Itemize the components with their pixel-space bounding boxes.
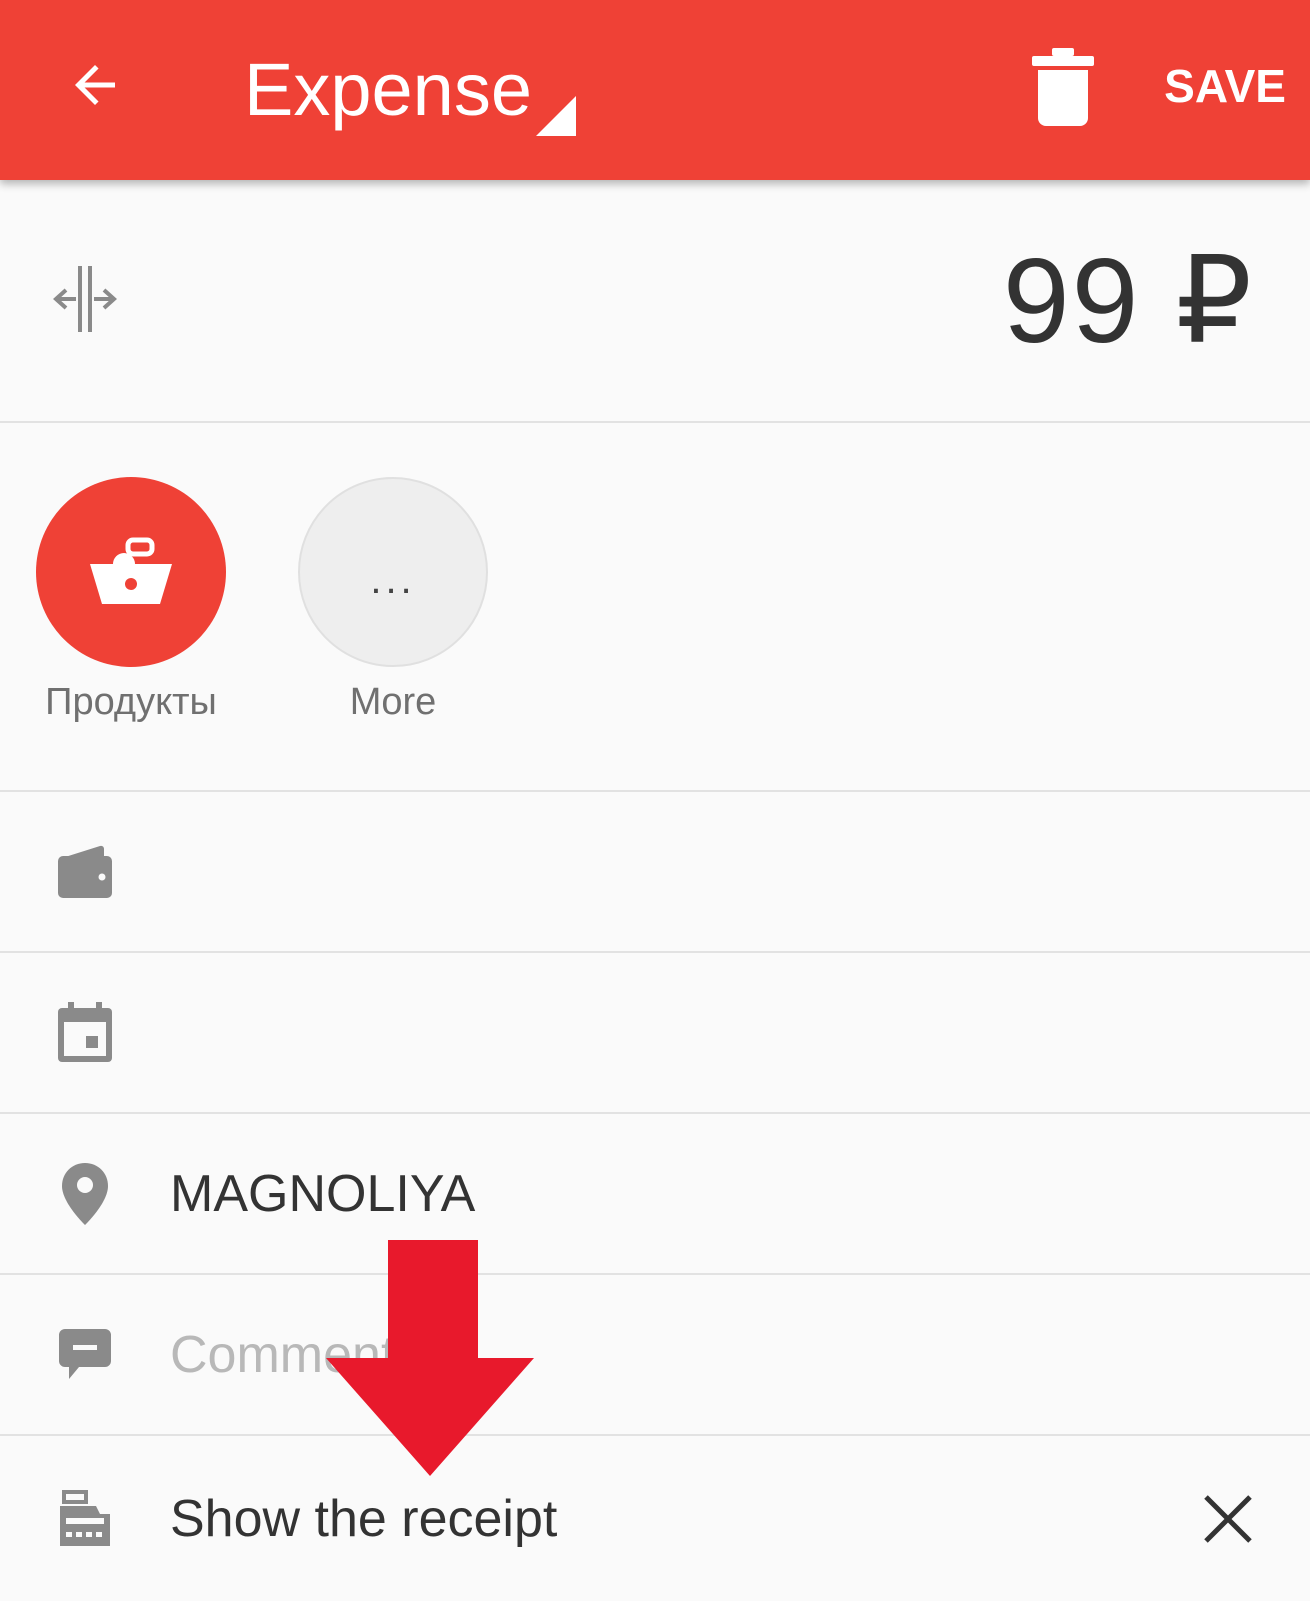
category-row: Продукты ... More — [0, 423, 1310, 792]
cash-register-icon — [54, 1488, 116, 1550]
more-icon: ... — [370, 557, 416, 602]
page-title[interactable]: Expense — [244, 48, 532, 132]
date-row[interactable] — [0, 953, 1310, 1114]
calendar-icon — [54, 1001, 116, 1064]
account-row[interactable] — [0, 792, 1310, 953]
category-produkty[interactable]: Продукты — [21, 477, 241, 725]
delete-button[interactable] — [1028, 48, 1098, 126]
close-icon — [1204, 1494, 1252, 1543]
amount-value[interactable]: 99 ₽ — [1003, 236, 1254, 366]
show-receipt-label[interactable]: Show the receipt — [170, 1488, 557, 1550]
trash-icon — [1032, 48, 1094, 126]
basket-icon — [90, 537, 172, 604]
category-label: Продукты — [45, 681, 217, 723]
comment-row[interactable]: Comment — [0, 1275, 1310, 1436]
comment-icon — [54, 1324, 116, 1386]
dropdown-corner-icon[interactable] — [536, 96, 576, 136]
app-bar: Expense SAVE — [0, 0, 1310, 180]
amount-row: 99 ₽ — [0, 180, 1310, 423]
back-button[interactable] — [55, 45, 135, 125]
category-circle: ... — [298, 477, 488, 667]
split-arrows-icon[interactable] — [52, 260, 118, 338]
category-label: More — [349, 681, 437, 723]
arrow-back-icon — [75, 65, 115, 105]
close-receipt-button[interactable] — [1198, 1489, 1258, 1549]
wallet-icon — [54, 841, 116, 903]
category-more[interactable]: ... More — [283, 477, 503, 725]
location-pin-icon — [54, 1162, 116, 1225]
receipt-row[interactable]: Show the receipt — [0, 1436, 1310, 1601]
save-button[interactable]: SAVE — [1164, 58, 1286, 114]
place-value: MAGNOLIYA — [170, 1164, 476, 1223]
comment-input[interactable]: Comment — [170, 1324, 395, 1386]
place-row[interactable]: MAGNOLIYA — [0, 1114, 1310, 1275]
category-circle — [36, 477, 226, 667]
